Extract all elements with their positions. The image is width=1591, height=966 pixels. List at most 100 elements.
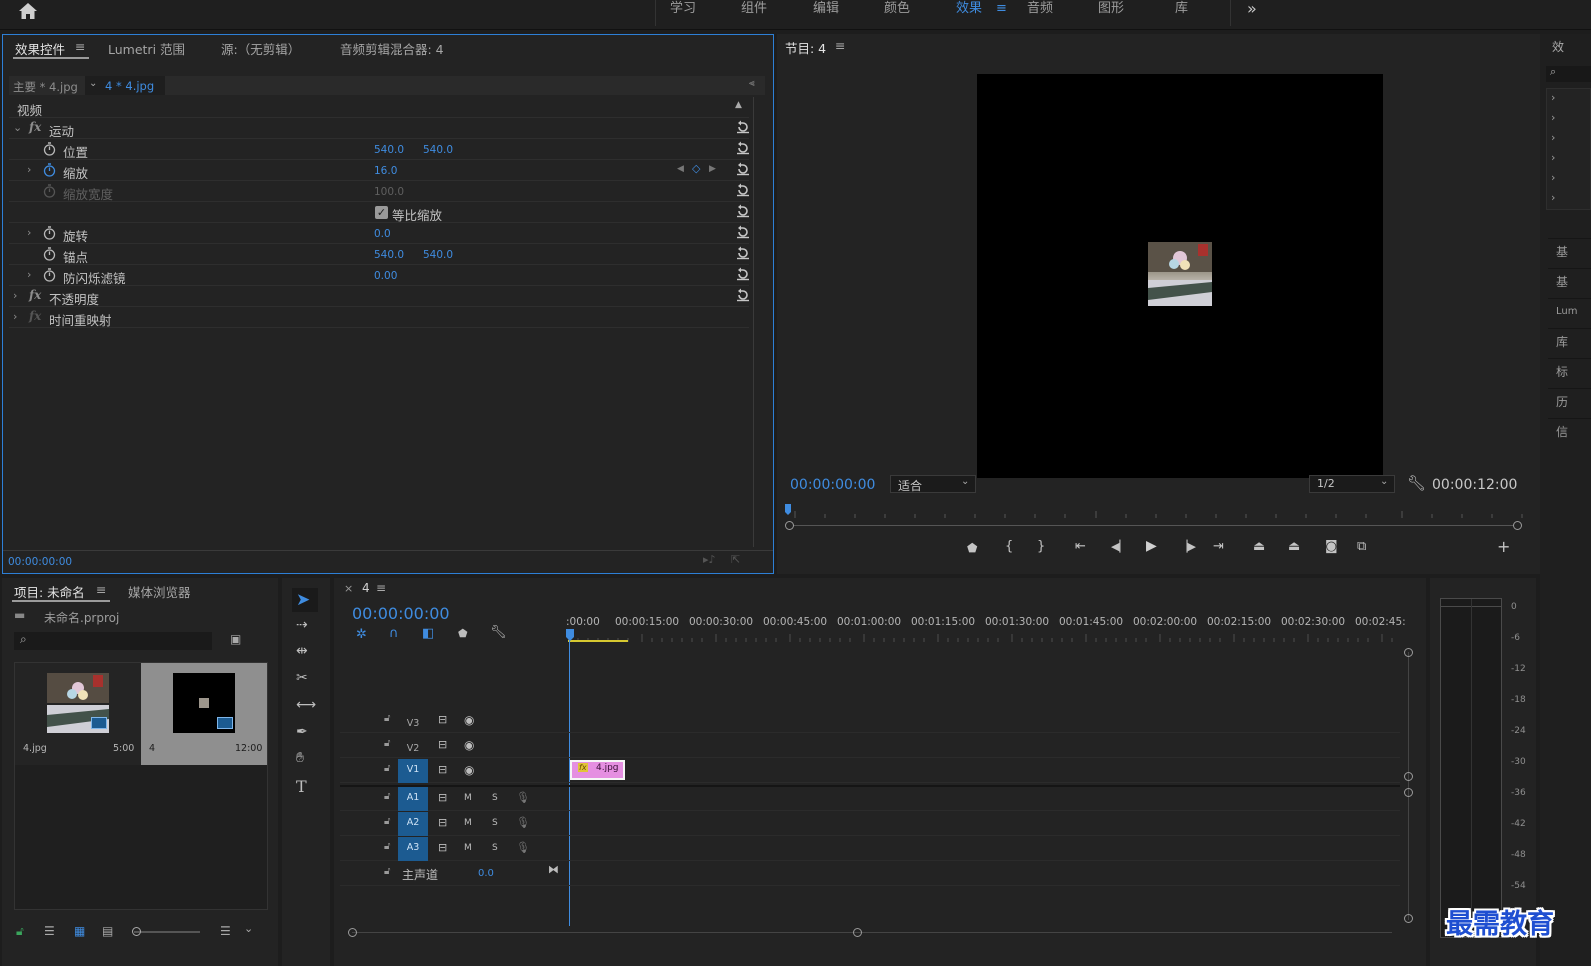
reset-icon[interactable] xyxy=(736,225,750,239)
anchor-y-value[interactable]: 540.0 xyxy=(423,249,453,261)
comparison-view-icon[interactable]: ⧉ xyxy=(1357,539,1366,554)
snap-icon[interactable]: ∩ xyxy=(389,626,399,641)
scrollbar-handle[interactable] xyxy=(1404,648,1413,657)
export-icon[interactable]: ⇱ xyxy=(731,553,740,566)
tab-lumetri-scopes[interactable]: Lumetri 范围 xyxy=(108,39,185,58)
anti-flicker-value[interactable]: 0.00 xyxy=(374,270,397,282)
workspace-menu-icon[interactable]: ≡ xyxy=(996,0,1007,22)
scrollbar-handle-left[interactable] xyxy=(348,928,357,937)
linked-selection-icon[interactable]: ◧ xyxy=(422,626,434,641)
work-area-bar[interactable] xyxy=(568,640,628,642)
stopwatch-icon[interactable] xyxy=(43,163,56,177)
chevron-right-icon[interactable]: › xyxy=(27,226,31,239)
scrollbar-handle-right[interactable] xyxy=(853,928,862,937)
prev-keyframe-icon[interactable]: ◀ xyxy=(677,164,684,174)
stopwatch-icon[interactable] xyxy=(43,247,56,261)
scrollbar-handle[interactable] xyxy=(1404,772,1413,781)
workspace-tab-editing[interactable]: 编辑 xyxy=(813,0,839,22)
scrollbar-handle-left[interactable] xyxy=(785,521,794,530)
chevron-right-icon[interactable]: › xyxy=(1551,131,1555,144)
panel-tab-markers[interactable]: 标 xyxy=(1548,358,1591,384)
toggle-sync-lock-icon[interactable]: ⊟ xyxy=(438,841,447,854)
reset-icon[interactable] xyxy=(736,162,750,176)
effect-row-motion[interactable]: ⌄ fx 运动 xyxy=(9,118,749,139)
chevron-right-icon[interactable]: › xyxy=(13,289,17,302)
timeline-timecode[interactable]: 00:00:00:00 xyxy=(352,604,450,623)
list-view-icon[interactable]: ☰ xyxy=(44,924,55,938)
toggle-sync-lock-icon[interactable]: ⊟ xyxy=(438,791,447,804)
camera-icon[interactable]: ◙ xyxy=(1325,539,1338,554)
razor-tool-icon[interactable]: ✂ xyxy=(296,670,320,694)
track-lock-icon[interactable]: 🔓︎ xyxy=(384,866,390,877)
ripple-edit-tool-icon[interactable]: ⇹ xyxy=(296,643,320,667)
go-to-in-icon[interactable]: ⇤ xyxy=(1075,539,1086,554)
workspace-tab-learn[interactable]: 学习 xyxy=(670,0,696,22)
resolution-dropdown[interactable]: 1/2 ⌄ xyxy=(1309,475,1395,493)
icon-view-icon[interactable]: ▦ xyxy=(74,924,85,938)
uniform-scale-checkbox[interactable]: ✓ xyxy=(375,206,388,219)
panel-menu-icon[interactable]: ≡ xyxy=(376,581,386,595)
vertical-scrollbar[interactable] xyxy=(1404,648,1414,924)
reset-icon[interactable] xyxy=(736,288,750,302)
fx-icon[interactable]: fx xyxy=(29,120,41,134)
effects-search-box[interactable]: ⌕ xyxy=(1546,65,1591,82)
panel-tab-info[interactable]: 信 xyxy=(1548,418,1591,444)
timeline-clip[interactable]: fx 4.jpg xyxy=(570,760,625,780)
solo-button[interactable]: S xyxy=(492,843,498,853)
project-item-card[interactable]: 4.jpg 5:00 xyxy=(15,663,141,765)
tab-audio-clip-mixer[interactable]: 音频剪辑混合器: 4 xyxy=(340,39,444,58)
solo-button[interactable]: S xyxy=(492,818,498,828)
thumbnail-size-slider[interactable] xyxy=(132,927,200,936)
lock-icon[interactable]: 🔓︎ xyxy=(16,924,24,939)
workspace-tab-graphics[interactable]: 图形 xyxy=(1098,0,1124,22)
panel-scrollbar[interactable] xyxy=(753,97,754,547)
rotation-value[interactable]: 0.0 xyxy=(374,228,391,240)
nest-sequence-icon[interactable]: ✲ xyxy=(356,627,367,642)
panel-tab-lumetri-color[interactable]: Lum xyxy=(1548,298,1591,324)
scrollbar-handle[interactable] xyxy=(1404,914,1413,923)
playhead-marker[interactable] xyxy=(566,629,574,641)
eye-icon[interactable]: ◉ xyxy=(464,738,474,752)
panel-tab-essential-graphics[interactable]: 基 xyxy=(1548,238,1591,264)
chevron-right-icon[interactable]: › xyxy=(1551,91,1555,104)
chevron-down-icon[interactable]: ⌄ xyxy=(13,121,22,134)
collapse-panel-icon[interactable]: ⫷ xyxy=(749,78,755,89)
clip-selector[interactable]: ⌄ 4 * 4.jpg xyxy=(85,76,165,95)
new-search-bin-icon[interactable]: ▣ xyxy=(230,632,241,646)
slider-handle[interactable] xyxy=(132,927,141,936)
track-lock-icon[interactable]: 🔓︎ xyxy=(384,738,390,749)
panel-menu-icon[interactable]: ≡ xyxy=(96,582,106,597)
panel-tab-essential-sound[interactable]: 基 xyxy=(1548,268,1591,294)
freeform-view-icon[interactable]: ▤ xyxy=(102,924,113,938)
go-to-out-icon[interactable]: ⇥ xyxy=(1213,539,1224,554)
hand-tool-icon[interactable]: ✋︎ xyxy=(296,750,320,774)
scrollbar-handle[interactable] xyxy=(1404,788,1413,797)
track-label-v2[interactable]: V2 xyxy=(398,738,428,760)
chevron-right-icon[interactable]: › xyxy=(1551,191,1555,204)
stopwatch-icon[interactable] xyxy=(43,226,56,240)
mark-in-icon[interactable]: { xyxy=(1005,539,1013,554)
effect-controls-timecode[interactable]: 00:00:00:00 xyxy=(8,556,72,568)
mute-button[interactable]: M xyxy=(464,818,472,828)
add-marker-icon[interactable]: ⬟ xyxy=(967,541,977,555)
mute-button[interactable]: M xyxy=(464,793,472,803)
toggle-sync-lock-icon[interactable]: ⊟ xyxy=(438,763,447,776)
mark-out-icon[interactable]: } xyxy=(1037,539,1045,554)
workspace-tab-color[interactable]: 颜色 xyxy=(884,0,910,22)
workspace-tab-libraries[interactable]: 库 xyxy=(1175,0,1188,22)
slip-tool-icon[interactable]: ⟷ xyxy=(296,697,320,721)
track-select-tool-icon[interactable]: ⇢ xyxy=(296,617,320,641)
chevron-right-icon[interactable]: › xyxy=(27,163,31,176)
mute-button[interactable]: M xyxy=(464,843,472,853)
master-clip-label[interactable]: 主要 * 4.jpg xyxy=(13,79,78,95)
panel-tab-history[interactable]: 历 xyxy=(1548,388,1591,414)
chevron-down-icon[interactable]: ⌄ xyxy=(244,922,253,935)
toggle-sync-lock-icon[interactable]: ⊟ xyxy=(438,816,447,829)
program-monitor-title[interactable]: 节目: 4 xyxy=(785,38,826,57)
workspace-tab-effects[interactable]: 效果 xyxy=(956,0,982,22)
track-label-a1[interactable]: A1 xyxy=(398,787,428,811)
close-sequence-icon[interactable]: × xyxy=(344,582,353,595)
master-volume-value[interactable]: 0.0 xyxy=(478,868,494,879)
tab-source[interactable]: 源:（无剪辑） xyxy=(221,39,300,58)
reset-icon[interactable] xyxy=(736,246,750,260)
